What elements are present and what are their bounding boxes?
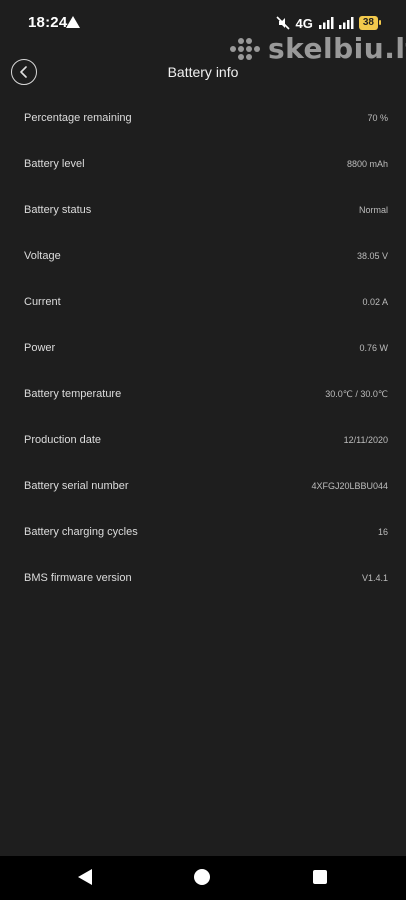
info-label: Battery temperature: [24, 388, 122, 400]
info-row-battery-status: Battery status Normal: [0, 188, 406, 234]
status-time: 18:24: [28, 14, 68, 31]
info-row-production-date: Production date 12/11/2020: [0, 418, 406, 464]
signal-strength-icon: [318, 17, 334, 29]
info-value: 38.05 V: [356, 251, 388, 261]
info-value: 4XFGJ20LBBU044: [311, 481, 388, 491]
info-label: Power: [24, 342, 56, 354]
page-title: Battery info: [167, 64, 239, 80]
info-label: Battery status: [24, 204, 92, 216]
nav-home-icon[interactable]: [194, 869, 210, 885]
info-label: BMS firmware version: [24, 572, 132, 584]
nav-recents-icon[interactable]: [313, 870, 327, 884]
mute-icon: [275, 16, 290, 30]
status-indicators: 4G 38: [275, 14, 382, 32]
nav-back-icon[interactable]: [78, 869, 92, 885]
info-value: 0.76 W: [359, 343, 388, 353]
signal-strength-icon-sim2: [338, 17, 354, 29]
network-type: 4G: [295, 15, 313, 31]
info-value: 8800 mAh: [346, 159, 388, 169]
info-row-charging-cycles: Battery charging cycles 16: [0, 510, 406, 556]
info-value: 12/11/2020: [343, 435, 388, 445]
system-nav-bar: [0, 856, 406, 900]
info-label: Battery serial number: [24, 480, 129, 492]
info-label: Production date: [24, 434, 102, 446]
info-row-temperature: Battery temperature 30.0℃ / 30.0℃: [0, 372, 406, 418]
page-header: Battery info: [0, 54, 406, 94]
info-label: Battery level: [24, 158, 85, 170]
info-row-current: Current 0.02 A: [0, 280, 406, 326]
info-row-battery-level: Battery level 8800 mAh: [0, 142, 406, 188]
info-label: Battery charging cycles: [24, 526, 138, 538]
info-value: 0.02 A: [362, 297, 388, 307]
navigation-arrow-icon: [66, 16, 80, 28]
info-label: Current: [24, 296, 61, 308]
info-value: Normal: [358, 205, 388, 215]
info-value: 16: [377, 527, 388, 537]
info-value: 30.0℃ / 30.0℃: [325, 389, 388, 399]
info-row-bms-firmware: BMS firmware version V1.4.1: [0, 556, 406, 602]
info-value: V1.4.1: [361, 573, 388, 583]
info-label: Voltage: [24, 250, 61, 262]
info-row-power: Power 0.76 W: [0, 326, 406, 372]
info-value: 70 %: [367, 113, 388, 123]
info-label: Percentage remaining: [24, 112, 132, 124]
info-row-voltage: Voltage 38.05 V: [0, 234, 406, 280]
battery-info-list: Percentage remaining 70 % Battery level …: [0, 96, 406, 602]
info-row-serial-number: Battery serial number 4XFGJ20LBBU044: [0, 464, 406, 510]
info-row-percentage: Percentage remaining 70 %: [0, 96, 406, 142]
battery-level-badge: 38: [358, 16, 382, 30]
